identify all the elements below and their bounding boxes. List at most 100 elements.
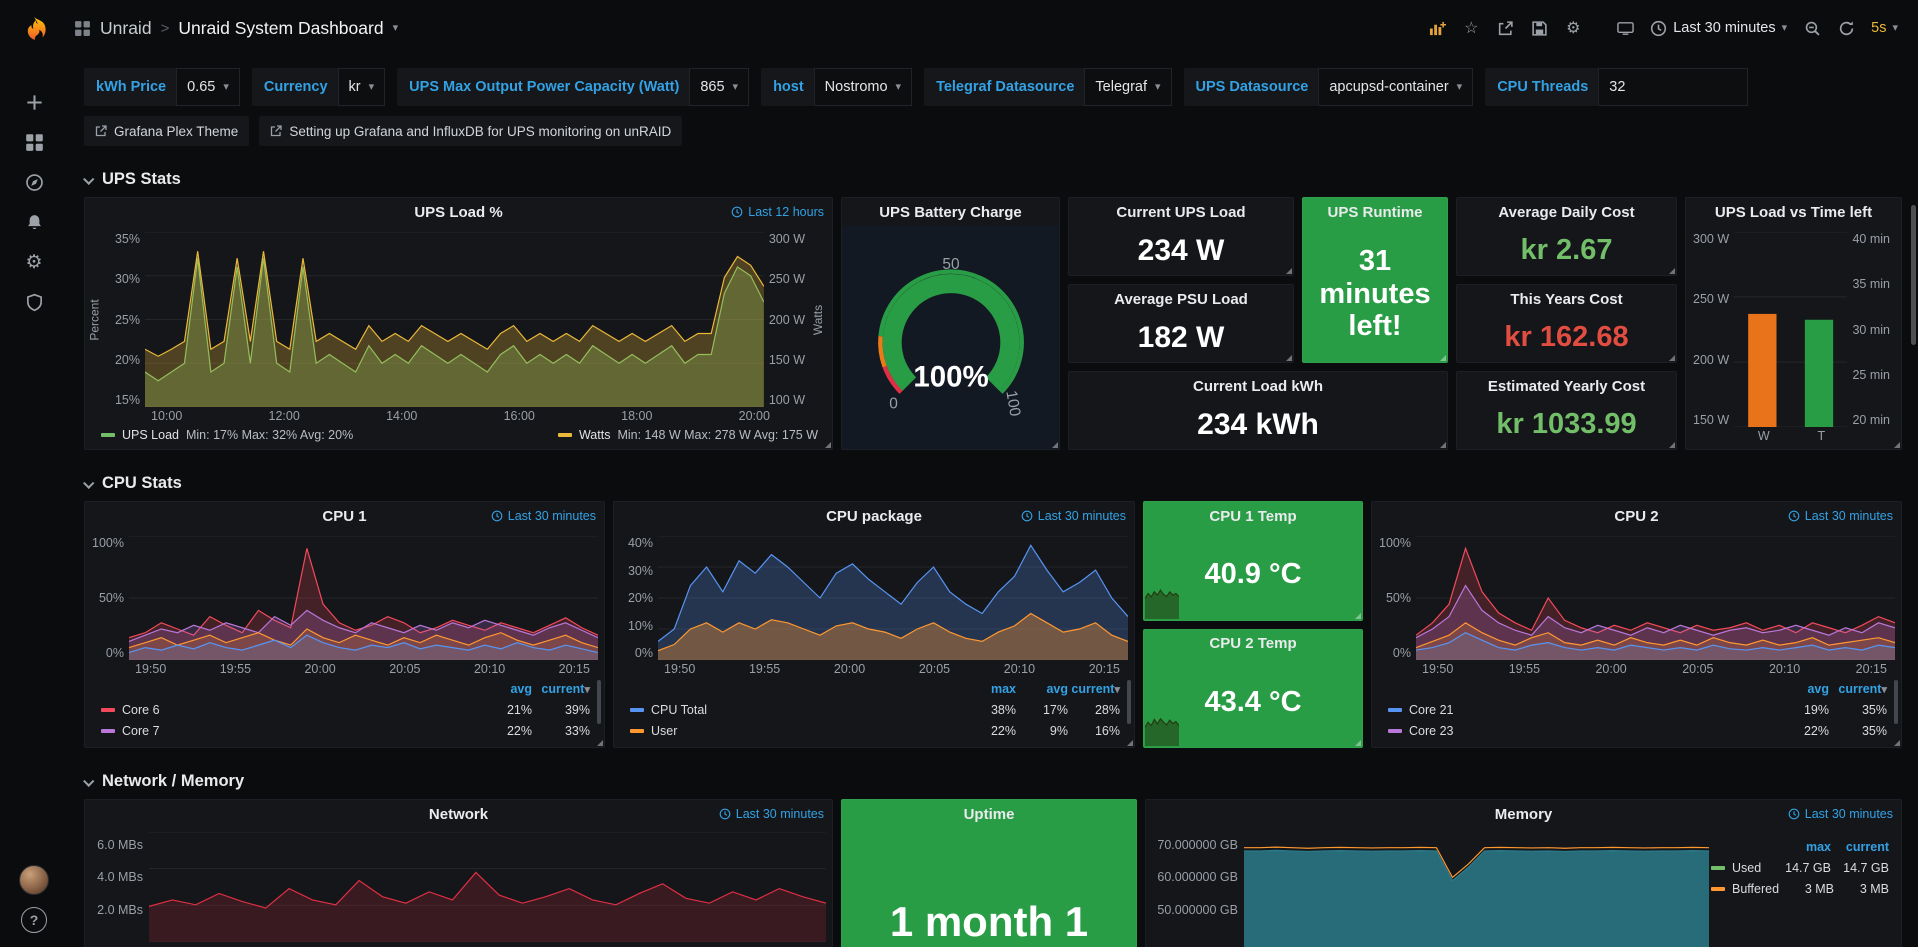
panel-header[interactable]: Average PSU Load <box>1069 285 1293 313</box>
sidebar-create-button[interactable] <box>14 82 54 122</box>
plot-region[interactable] <box>1416 536 1895 660</box>
grafana-logo-icon[interactable] <box>17 14 51 48</box>
series-toggle[interactable]: Core 7 <box>101 724 474 738</box>
legend-sort-max[interactable]: max <box>964 682 1016 696</box>
dashboard-settings-button[interactable]: ⚙ <box>1558 13 1588 43</box>
panel-header[interactable]: UPS Battery Charge <box>842 198 1059 226</box>
series-toggle[interactable]: Core 23 <box>1388 724 1771 738</box>
legend-sort-current[interactable]: current▾ <box>532 682 590 696</box>
legend-scrollbar[interactable] <box>1127 680 1131 724</box>
save-dashboard-button[interactable] <box>1524 13 1554 43</box>
panel-header[interactable]: CPU 2 Temp <box>1144 630 1362 658</box>
refresh-dashboard-button[interactable] <box>1831 13 1861 43</box>
legend-sort-current[interactable]: current <box>1831 840 1889 854</box>
share-dashboard-button[interactable] <box>1490 13 1520 43</box>
series-name[interactable]: UPS Load <box>122 428 179 442</box>
cpu-threads-input[interactable]: 32 <box>1598 68 1748 106</box>
variable-value-dropdown[interactable]: Nostromo▾ <box>814 68 912 106</box>
ups-load-chart[interactable] <box>145 232 764 407</box>
variable-kwh-price[interactable]: kWh Price 0.65▾ <box>84 68 240 106</box>
add-panel-button[interactable] <box>1422 13 1452 43</box>
panel-time-range[interactable]: Last 30 minutes <box>1021 509 1126 523</box>
cpu2-chart[interactable] <box>1416 536 1895 660</box>
sidebar-configuration-button[interactable]: ⚙ <box>14 242 54 282</box>
breadcrumb[interactable]: Unraid > Unraid System Dashboard ▾ <box>74 18 398 39</box>
variable-value-dropdown[interactable]: apcupsd-container▾ <box>1318 68 1473 106</box>
battery-gauge[interactable]: 0 50 100 100% <box>842 226 1059 449</box>
panel-time-range[interactable]: Last 30 minutes <box>719 807 824 821</box>
series-name[interactable]: Watts <box>579 428 610 442</box>
page-scrollbar[interactable] <box>1911 205 1916 345</box>
variable-value-dropdown[interactable]: Telegraf▾ <box>1084 68 1171 106</box>
panel-time-range[interactable]: Last 30 minutes <box>1788 807 1893 821</box>
variable-value-dropdown[interactable]: kr▾ <box>338 68 386 106</box>
series-toggle[interactable]: CPU Total <box>630 703 964 717</box>
panel-header[interactable]: UPS Load % <box>85 198 832 226</box>
sidebar-explore-button[interactable] <box>14 162 54 202</box>
section-network-memory[interactable]: Network / Memory <box>84 772 1902 791</box>
panel-header[interactable]: UPS Runtime <box>1303 198 1447 226</box>
memory-chart[interactable] <box>1244 832 1709 947</box>
panel-header[interactable]: UPS Load vs Time left <box>1686 198 1901 226</box>
legend-sort-avg[interactable]: avg <box>1016 682 1068 696</box>
plot-region[interactable] <box>1244 832 1709 947</box>
ups-load-vs-time-chart[interactable] <box>1734 232 1847 427</box>
legend-scrollbar[interactable] <box>1894 680 1898 724</box>
user-avatar[interactable] <box>19 865 49 895</box>
variable-ups-datasource[interactable]: UPS Datasource apcupsd-container▾ <box>1184 68 1474 106</box>
panel-time-range[interactable]: Last 12 hours <box>731 205 824 219</box>
panel-header[interactable]: Current UPS Load <box>1069 198 1293 226</box>
link-grafana-plex-theme[interactable]: Grafana Plex Theme <box>84 116 249 146</box>
variable-telegraf-datasource[interactable]: Telegraf Datasource Telegraf▾ <box>924 68 1171 106</box>
plot-region[interactable] <box>658 536 1128 660</box>
legend-sort-current[interactable]: current▾ <box>1829 682 1887 696</box>
zoom-out-time-button[interactable] <box>1797 13 1827 43</box>
series-toggle[interactable]: Core 21 <box>1388 703 1771 717</box>
sidebar-dashboards-button[interactable] <box>14 122 54 162</box>
series-toggle[interactable]: Used <box>1711 861 1773 875</box>
series-toggle[interactable]: Core 6 <box>101 703 474 717</box>
legend-sort-avg[interactable]: avg <box>474 682 532 696</box>
legend-item-watts[interactable]: Watts Min: 148 W Max: 278 W Avg: 175 W <box>558 428 818 442</box>
panel-header[interactable]: This Years Cost <box>1457 285 1676 313</box>
legend-scrollbar[interactable] <box>597 680 601 724</box>
plot-region[interactable] <box>145 232 764 407</box>
sidebar-alerting-button[interactable] <box>14 202 54 242</box>
legend-sort-avg[interactable]: avg <box>1771 682 1829 696</box>
refresh-interval-picker[interactable]: 5s ▾ <box>1865 13 1904 43</box>
legend-sort-current[interactable]: current▾ <box>1068 682 1120 696</box>
panel-time-range[interactable]: Last 30 minutes <box>1788 509 1893 523</box>
star-dashboard-button[interactable]: ☆ <box>1456 13 1486 43</box>
cpu1-chart[interactable] <box>129 536 598 660</box>
panel-header[interactable]: CPU 1 Temp <box>1144 502 1362 530</box>
variable-host[interactable]: host Nostromo▾ <box>761 68 912 106</box>
panel-time-range[interactable]: Last 30 minutes <box>491 509 596 523</box>
dashboard-title[interactable]: Unraid System Dashboard <box>178 18 383 39</box>
variable-currency[interactable]: Currency kr▾ <box>252 68 385 106</box>
variable-ups-max-output[interactable]: UPS Max Output Power Capacity (Watt) 865… <box>397 68 749 106</box>
time-range-picker[interactable]: Last 30 minutes ▾ <box>1644 13 1793 43</box>
panel-header[interactable]: Average Daily Cost <box>1457 198 1676 226</box>
legend-item-ups-load[interactable]: UPS Load Min: 17% Max: 32% Avg: 20% <box>101 428 353 442</box>
section-ups-stats[interactable]: UPS Stats <box>84 170 1902 189</box>
link-ups-monitoring-guide[interactable]: Setting up Grafana and InfluxDB for UPS … <box>259 116 682 146</box>
plot-region[interactable] <box>149 832 826 947</box>
variable-value-dropdown[interactable]: 0.65▾ <box>176 68 240 106</box>
series-toggle[interactable]: User <box>630 724 964 738</box>
plot-region[interactable] <box>1734 232 1847 427</box>
plot-region[interactable] <box>129 536 598 660</box>
breadcrumb-folder[interactable]: Unraid <box>100 18 152 39</box>
variable-value-dropdown[interactable]: 865▾ <box>689 68 749 106</box>
panel-header[interactable]: Uptime <box>842 800 1136 828</box>
variable-cpu-threads[interactable]: CPU Threads 32 <box>1485 68 1748 106</box>
cpu-package-chart[interactable] <box>658 536 1128 660</box>
network-chart[interactable] <box>149 832 826 942</box>
panel-header[interactable]: Estimated Yearly Cost <box>1457 372 1676 400</box>
cycle-view-mode-button[interactable] <box>1610 13 1640 43</box>
sidebar-admin-button[interactable] <box>14 282 54 322</box>
panel-header[interactable]: Current Load kWh <box>1069 372 1447 400</box>
section-cpu-stats[interactable]: CPU Stats <box>84 474 1902 493</box>
series-toggle[interactable]: Buffered <box>1711 882 1779 896</box>
help-button[interactable]: ? <box>21 907 47 933</box>
legend-sort-max[interactable]: max <box>1773 840 1831 854</box>
